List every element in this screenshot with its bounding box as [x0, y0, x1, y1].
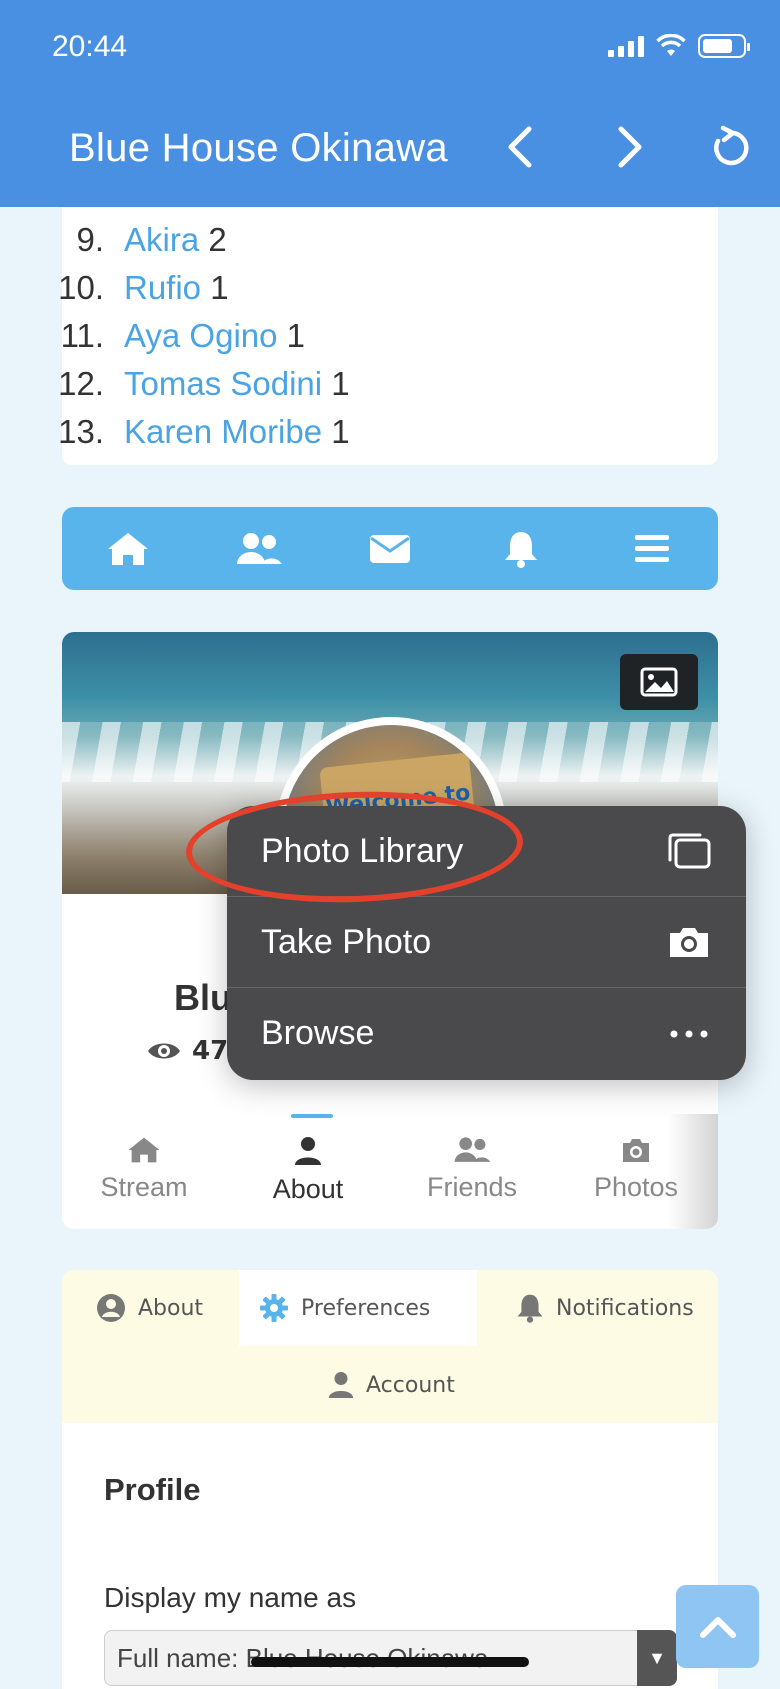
- bell-icon: [505, 531, 538, 568]
- list-rank: 9.: [76, 221, 104, 258]
- nav-menu-button[interactable]: [622, 519, 682, 579]
- settings-tab-about[interactable]: About: [76, 1270, 223, 1346]
- section-title: Profile: [104, 1472, 201, 1507]
- user-circle-icon: [97, 1294, 125, 1322]
- dropdown-arrow-icon: ▼: [637, 1630, 677, 1686]
- list-item: 12. Tomas Sodini 1: [42, 365, 350, 403]
- back-button[interactable]: [495, 122, 545, 172]
- profile-tabs: Stream About Friends Photos: [62, 1114, 718, 1229]
- member-link[interactable]: Aya Ogino: [124, 317, 278, 354]
- page-title: Blue House Okinawa: [69, 126, 448, 170]
- user-icon: [295, 1137, 321, 1165]
- nav-notifications-button[interactable]: [491, 519, 551, 579]
- tab-label: Preferences: [301, 1295, 431, 1321]
- list-item: 11. Aya Ogino 1: [42, 317, 305, 355]
- camera-icon: [664, 922, 714, 962]
- tab-stream[interactable]: Stream: [62, 1114, 226, 1229]
- list-rank: 12.: [58, 365, 104, 402]
- list-count: 1: [331, 413, 350, 450]
- change-cover-button[interactable]: [620, 654, 698, 710]
- tab-label: About: [138, 1295, 204, 1321]
- nav-messages-button[interactable]: [360, 519, 420, 579]
- display-name-label: Display my name as: [104, 1582, 357, 1613]
- list-count: 1: [286, 317, 306, 354]
- settings-tab-preferences[interactable]: Preferences: [239, 1270, 477, 1346]
- chevron-right-icon: [618, 126, 642, 168]
- tab-label: Notifications: [556, 1295, 694, 1321]
- home-icon: [128, 1137, 160, 1163]
- scroll-to-top-button[interactable]: [676, 1585, 759, 1668]
- forward-button[interactable]: [605, 122, 655, 172]
- tab-label: Stream: [100, 1172, 188, 1202]
- gear-icon: [260, 1294, 288, 1322]
- signal-icon: [608, 35, 644, 57]
- settings-tab-account[interactable]: Account: [308, 1347, 475, 1423]
- menu-item-label: Take Photo: [261, 922, 432, 961]
- main-nav-bar: [62, 507, 718, 590]
- envelope-icon: [369, 534, 410, 563]
- list-item: 9. Akira 2: [42, 221, 227, 259]
- battery-icon: [698, 34, 750, 58]
- list-rank: 11.: [60, 317, 104, 354]
- users-icon: [236, 532, 282, 564]
- wifi-icon: [656, 34, 686, 56]
- settings-tab-notifications[interactable]: Notifications: [496, 1270, 714, 1346]
- chevron-left-icon: [508, 126, 532, 168]
- home-icon: [107, 532, 148, 565]
- eye-icon: [148, 1043, 180, 1059]
- tab-label: Photos: [593, 1172, 679, 1202]
- bell-icon: [517, 1294, 543, 1323]
- list-rank: 10.: [58, 269, 104, 306]
- users-icon: [454, 1137, 491, 1162]
- reload-icon: [714, 125, 749, 166]
- image-icon: [640, 667, 678, 697]
- menu-item-take-photo[interactable]: Take Photo: [227, 897, 746, 988]
- list-count: 1: [210, 269, 229, 306]
- settings-tabs: About Preferences Notifications Account: [62, 1270, 718, 1423]
- list-count: 1: [331, 365, 350, 402]
- status-time: 20:44: [52, 30, 128, 63]
- member-link[interactable]: Tomas Sodini: [124, 365, 322, 402]
- tab-about[interactable]: About: [226, 1114, 390, 1229]
- tab-label: About: [272, 1174, 344, 1204]
- nav-home-button[interactable]: [98, 519, 158, 579]
- menu-item-browse[interactable]: Browse: [227, 988, 746, 1079]
- ranking-list-card: 9. Akira 2 10. Rufio 1 11. Aya Ogino 1 12. T…: [58, 207, 718, 465]
- chevron-up-icon: [699, 1616, 736, 1638]
- list-item: 13. Karen Moribe 1: [42, 413, 350, 451]
- member-link[interactable]: Karen Moribe: [124, 413, 322, 450]
- app-header: 20:44 Blue House Okinawa: [0, 0, 780, 207]
- status-icons: [608, 34, 750, 58]
- member-link[interactable]: Rufio: [124, 269, 201, 306]
- views-count: 47: [192, 1036, 229, 1066]
- menu-item-label: Browse: [261, 1014, 375, 1052]
- profile-views: 47: [146, 1036, 228, 1066]
- nav-friends-button[interactable]: [229, 519, 289, 579]
- menu-icon: [635, 534, 670, 562]
- more-icon: [664, 1014, 714, 1054]
- reload-button[interactable]: [705, 122, 755, 172]
- settings-card: About Preferences Notifications Account …: [62, 1270, 718, 1689]
- list-rank: 13.: [58, 413, 104, 450]
- list-count: 2: [208, 221, 227, 258]
- profile-name: Blu: [174, 977, 232, 1018]
- member-link[interactable]: Akira: [124, 221, 199, 258]
- list-item: 10. Rufio 1: [42, 269, 229, 307]
- user-icon: [328, 1372, 354, 1398]
- camera-icon: [623, 1139, 649, 1162]
- home-indicator: [251, 1657, 529, 1667]
- photo-library-icon: [664, 831, 714, 871]
- tab-label: Account: [366, 1372, 455, 1398]
- tab-label: Friends: [426, 1172, 518, 1202]
- tab-friends[interactable]: Friends: [390, 1114, 554, 1229]
